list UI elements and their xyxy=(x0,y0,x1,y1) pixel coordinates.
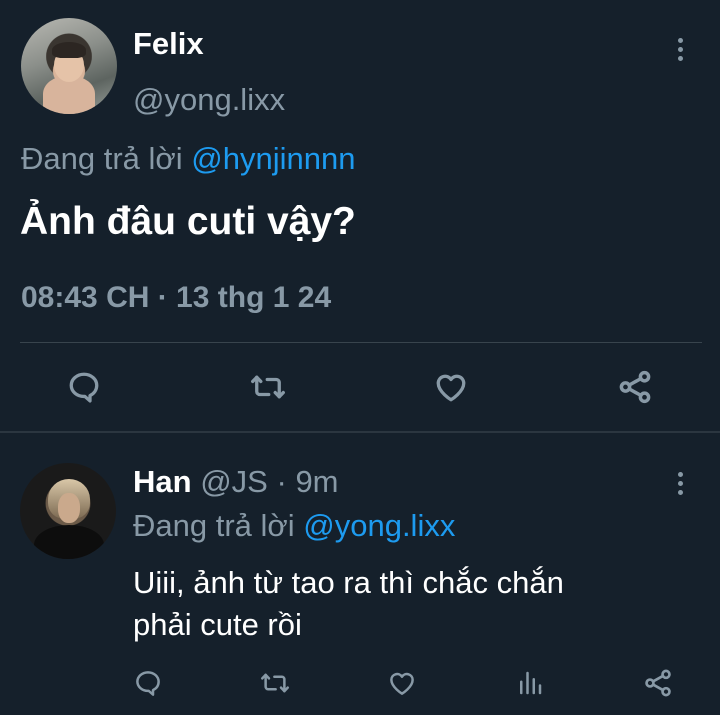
avatar-hair xyxy=(52,42,86,58)
reply-button[interactable] xyxy=(126,661,170,705)
display-name[interactable]: Han xyxy=(133,464,192,499)
replying-to-line: Đang trả lời @yong.lixx xyxy=(133,508,455,544)
reply-icon xyxy=(69,372,99,403)
retweet-icon xyxy=(261,673,289,693)
avatar-felix[interactable] xyxy=(21,18,117,114)
reply-button[interactable] xyxy=(62,365,106,409)
more-options-icon[interactable] xyxy=(664,34,696,64)
tweet-text: Ảnh đâu cuti vậy? xyxy=(20,200,356,243)
separator-dot: · xyxy=(276,464,287,499)
relative-time[interactable]: 9m xyxy=(295,464,338,499)
like-icon xyxy=(390,672,414,695)
avatar-shoulders xyxy=(34,525,104,559)
user-handle[interactable]: @JS xyxy=(200,464,268,499)
like-icon xyxy=(436,374,466,402)
retweet-button[interactable] xyxy=(253,661,297,705)
analytics-button[interactable] xyxy=(508,661,552,705)
section-divider xyxy=(0,431,720,433)
divider xyxy=(20,342,702,343)
tweet-text-line: phải cute rồi xyxy=(133,607,302,642)
more-options-icon[interactable] xyxy=(664,468,696,498)
share-button[interactable] xyxy=(613,365,657,409)
tweet-text: Uiii, ảnh từ tao ra thì chắc chắn phải c… xyxy=(133,562,564,646)
like-button[interactable] xyxy=(429,365,473,409)
mention-link[interactable]: @hynjinnnn xyxy=(191,141,355,176)
mention-link[interactable]: @yong.lixx xyxy=(303,508,455,543)
reply-icon xyxy=(136,671,160,696)
avatar-face xyxy=(58,493,80,523)
retweet-icon xyxy=(251,375,285,399)
reply-header: Han @JS · 9m xyxy=(133,464,339,500)
like-button[interactable] xyxy=(380,661,424,705)
tweet-timestamp[interactable]: 08:43 CH · 13 thg 1 24 xyxy=(21,281,331,315)
user-handle[interactable]: @yong.lixx xyxy=(133,82,285,118)
share-button[interactable] xyxy=(636,661,680,705)
avatar-han[interactable] xyxy=(20,463,116,559)
replying-to-line: Đang trả lời @hynjinnnn xyxy=(21,141,355,177)
retweet-button[interactable] xyxy=(246,365,290,409)
tweet-text-line: Uiii, ảnh từ tao ra thì chắc chắn xyxy=(133,565,564,600)
replying-to-label: Đang trả lời xyxy=(21,141,183,176)
share-icon xyxy=(619,370,651,404)
display-name[interactable]: Felix xyxy=(133,26,204,62)
share-icon xyxy=(645,669,671,697)
replying-to-label: Đang trả lời xyxy=(133,508,295,543)
analytics-icon xyxy=(520,671,542,695)
